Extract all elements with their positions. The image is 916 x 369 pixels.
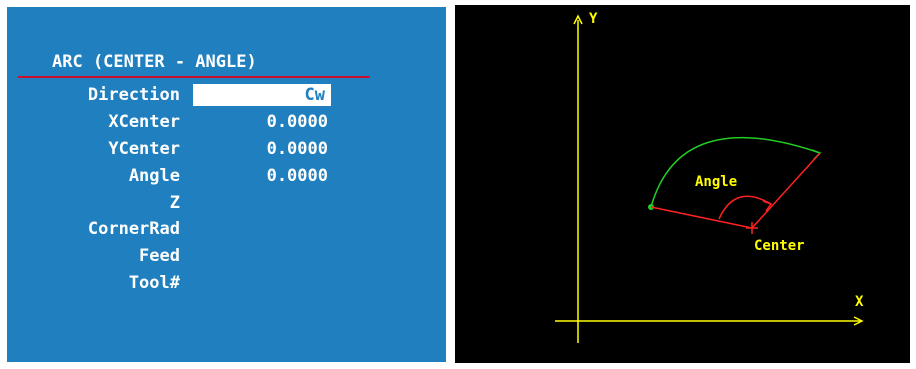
arc-diagram: Y X Angle Center <box>555 11 864 343</box>
y-axis-label: Y <box>589 11 598 27</box>
x-axis-label: X <box>855 294 864 310</box>
end-radius-line <box>751 152 821 229</box>
arc-path <box>650 136 821 208</box>
angle-label: Angle <box>695 174 737 190</box>
start-radius-line <box>650 206 753 229</box>
center-label: Center <box>754 238 805 254</box>
